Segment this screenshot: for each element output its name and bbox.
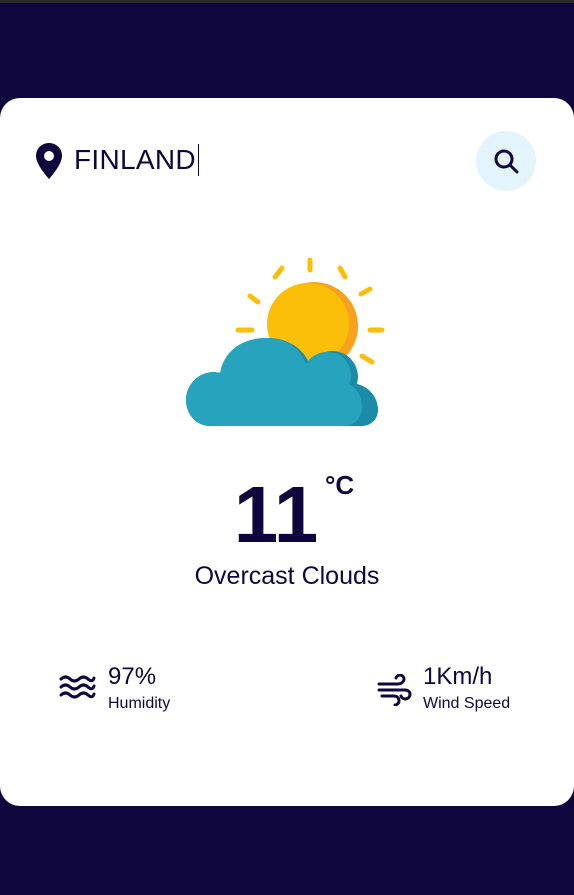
partly-cloudy-icon: [186, 257, 385, 426]
temperature-display: 11 °C: [0, 470, 574, 560]
search-bar: [0, 98, 574, 218]
wind-stat: 1Km/h Wind Speed: [376, 660, 566, 720]
humidity-label: Humidity: [108, 695, 171, 712]
text-caret: [198, 144, 199, 176]
search-icon: [494, 149, 519, 174]
window-top-border: [0, 0, 574, 3]
city-search-input[interactable]: [74, 140, 454, 180]
weather-card: 11 °C Overcast Clouds 97% Humidity 1Km/h…: [0, 98, 574, 806]
wind-speed-label: Wind Speed: [423, 695, 511, 712]
weather-description: Overcast Clouds: [194, 562, 380, 590]
temperature-unit: °C: [325, 470, 355, 500]
waves-icon: [59, 675, 96, 699]
humidity-stat: 97% Humidity: [58, 660, 258, 720]
location-pin-icon: [36, 143, 62, 179]
wind-speed-value: 1Km/h: [423, 663, 493, 690]
humidity-value: 97%: [108, 663, 157, 690]
wind-icon: [377, 674, 412, 706]
temperature-value: 11: [233, 470, 319, 559]
search-button[interactable]: [476, 131, 536, 191]
